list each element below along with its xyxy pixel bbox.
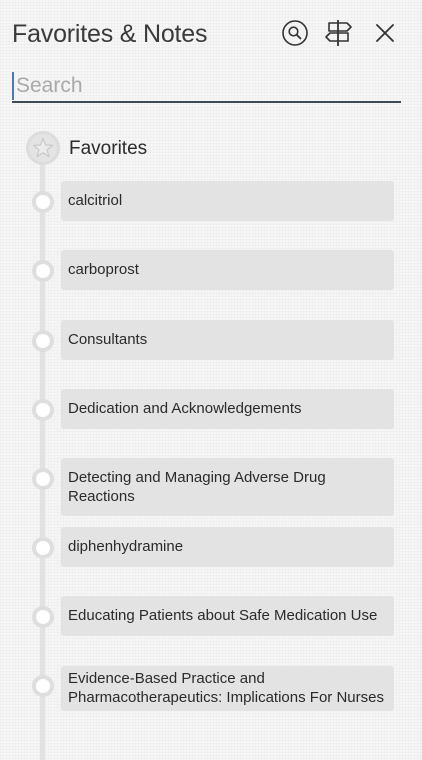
timeline-node — [32, 191, 54, 213]
timeline-node — [32, 399, 54, 421]
navigation-button[interactable] — [324, 18, 354, 48]
close-button[interactable] — [370, 18, 400, 48]
page-title: Favorites & Notes — [12, 20, 208, 48]
timeline-node — [32, 260, 54, 282]
timeline-node — [32, 537, 54, 559]
search-icon — [282, 20, 308, 46]
favorites-section-title: Favorites — [69, 138, 148, 159]
timeline-line — [40, 160, 45, 760]
close-icon — [376, 24, 394, 42]
search-input[interactable] — [12, 72, 405, 100]
timeline-node — [32, 330, 54, 352]
favorite-item[interactable]: Evidence-Based Practice and Pharmacother… — [61, 666, 394, 711]
favorite-item[interactable]: Detecting and Managing Adverse Drug Reac… — [61, 458, 394, 516]
star-icon — [32, 137, 54, 158]
favorite-item[interactable]: Educating Patients about Safe Medication… — [61, 596, 394, 636]
favorite-item[interactable]: Dedication and Acknowledgements — [61, 389, 394, 429]
signpost-icon — [325, 20, 352, 46]
search-field — [12, 72, 405, 103]
favorite-item[interactable]: Consultants — [61, 320, 394, 360]
favorite-item[interactable]: calcitriol — [61, 181, 394, 221]
favorite-item[interactable]: diphenhydramine — [61, 527, 394, 567]
timeline-node — [32, 675, 54, 697]
favorites-section-node — [26, 131, 60, 165]
search-button[interactable] — [280, 18, 310, 48]
timeline-node — [32, 468, 54, 490]
favorite-item[interactable]: carboprost — [61, 250, 394, 290]
timeline-node — [32, 606, 54, 628]
